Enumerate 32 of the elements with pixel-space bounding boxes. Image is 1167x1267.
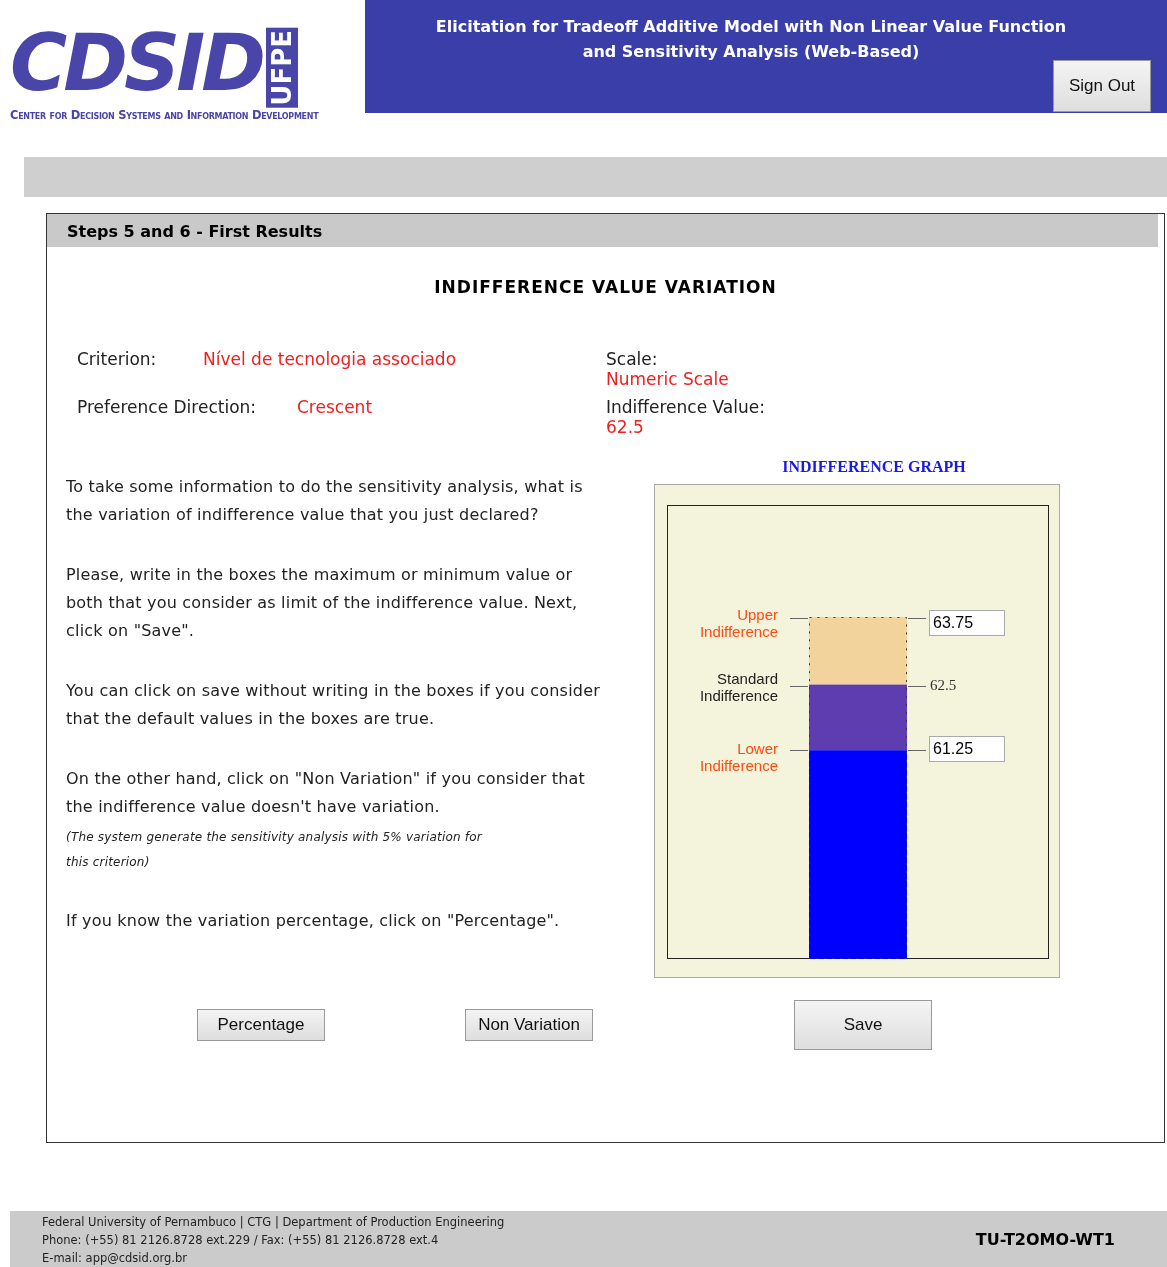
instruction-text: You can click on save without writing in the boxes if you consider that the default values in the boxes are true.	[66, 679, 601, 730]
version-code: TU-T2OMO-WT1	[975, 1229, 1115, 1249]
footer-text: Federal University of Pernambuco | CTG | Department of Production Engineering	[42, 1214, 506, 1231]
note-text: (The system generate the sensitivity analysis with 5% variation for this criterion)	[66, 828, 484, 871]
field-label: Indifference Value:	[606, 396, 766, 417]
lower-label: Lower Indifference	[698, 739, 778, 774]
graph-title: INDIFFERENCE GRAPH	[781, 457, 967, 476]
panel-title: Steps 5 and 6 - First Results	[47, 213, 1158, 247]
non-variation-button[interactable]: Non Variation	[465, 1008, 593, 1041]
save-button[interactable]: Save	[794, 999, 932, 1050]
upper-label: Upper Indifference	[698, 605, 778, 640]
section-heading: INDIFFERENCE VALUE VARIATION	[433, 276, 778, 297]
field-value: Nível de tecnologia associado	[203, 348, 457, 371]
standard-value: 62.5	[930, 676, 957, 694]
field-value: Numeric Scale	[606, 368, 730, 389]
instruction-text: On the other hand, click on "Non Variation" if you consider that the indifference value doesn't have variation.	[66, 767, 587, 818]
instruction-text: Please, write in the boxes the maximum or minimum value or both that you consider as limit of the indifference value. Next, click on "Save".	[66, 563, 579, 642]
percentage-button[interactable]: Percentage	[197, 1008, 325, 1041]
field-label: Preference Direction:	[77, 396, 258, 419]
lower-value-field[interactable]: 61.25	[929, 735, 1005, 762]
field-label: Scale:	[606, 348, 659, 369]
standard-label: Standard Indifference	[698, 669, 778, 704]
instruction-text: If you know the variation percentage, click on "Percentage".	[66, 909, 561, 932]
sign-out-button[interactable]: Sign Out	[1053, 60, 1151, 112]
footer-text: E-mail: app@cdsid.org.br	[42, 1250, 189, 1267]
instruction-text: To take some information to do the sensitivity analysis, what is the variation of indifference value that you just declared?	[66, 475, 584, 526]
app-title: Elicitation for Tradeoff Additive Model with Non Linear Value Function and Sensitivity Analysis (Web-Based)	[434, 16, 1068, 63]
field-value: Crescent	[297, 396, 373, 419]
field-value: 62.5	[606, 416, 645, 437]
field-label: Criterion:	[77, 348, 158, 371]
upper-value-field[interactable]: 63.75	[929, 609, 1005, 636]
footer-text: Phone: (+55) 81 2126.8728 ext.229 / Fax: (+55) 81 2126.8728 ext.4	[42, 1232, 440, 1249]
